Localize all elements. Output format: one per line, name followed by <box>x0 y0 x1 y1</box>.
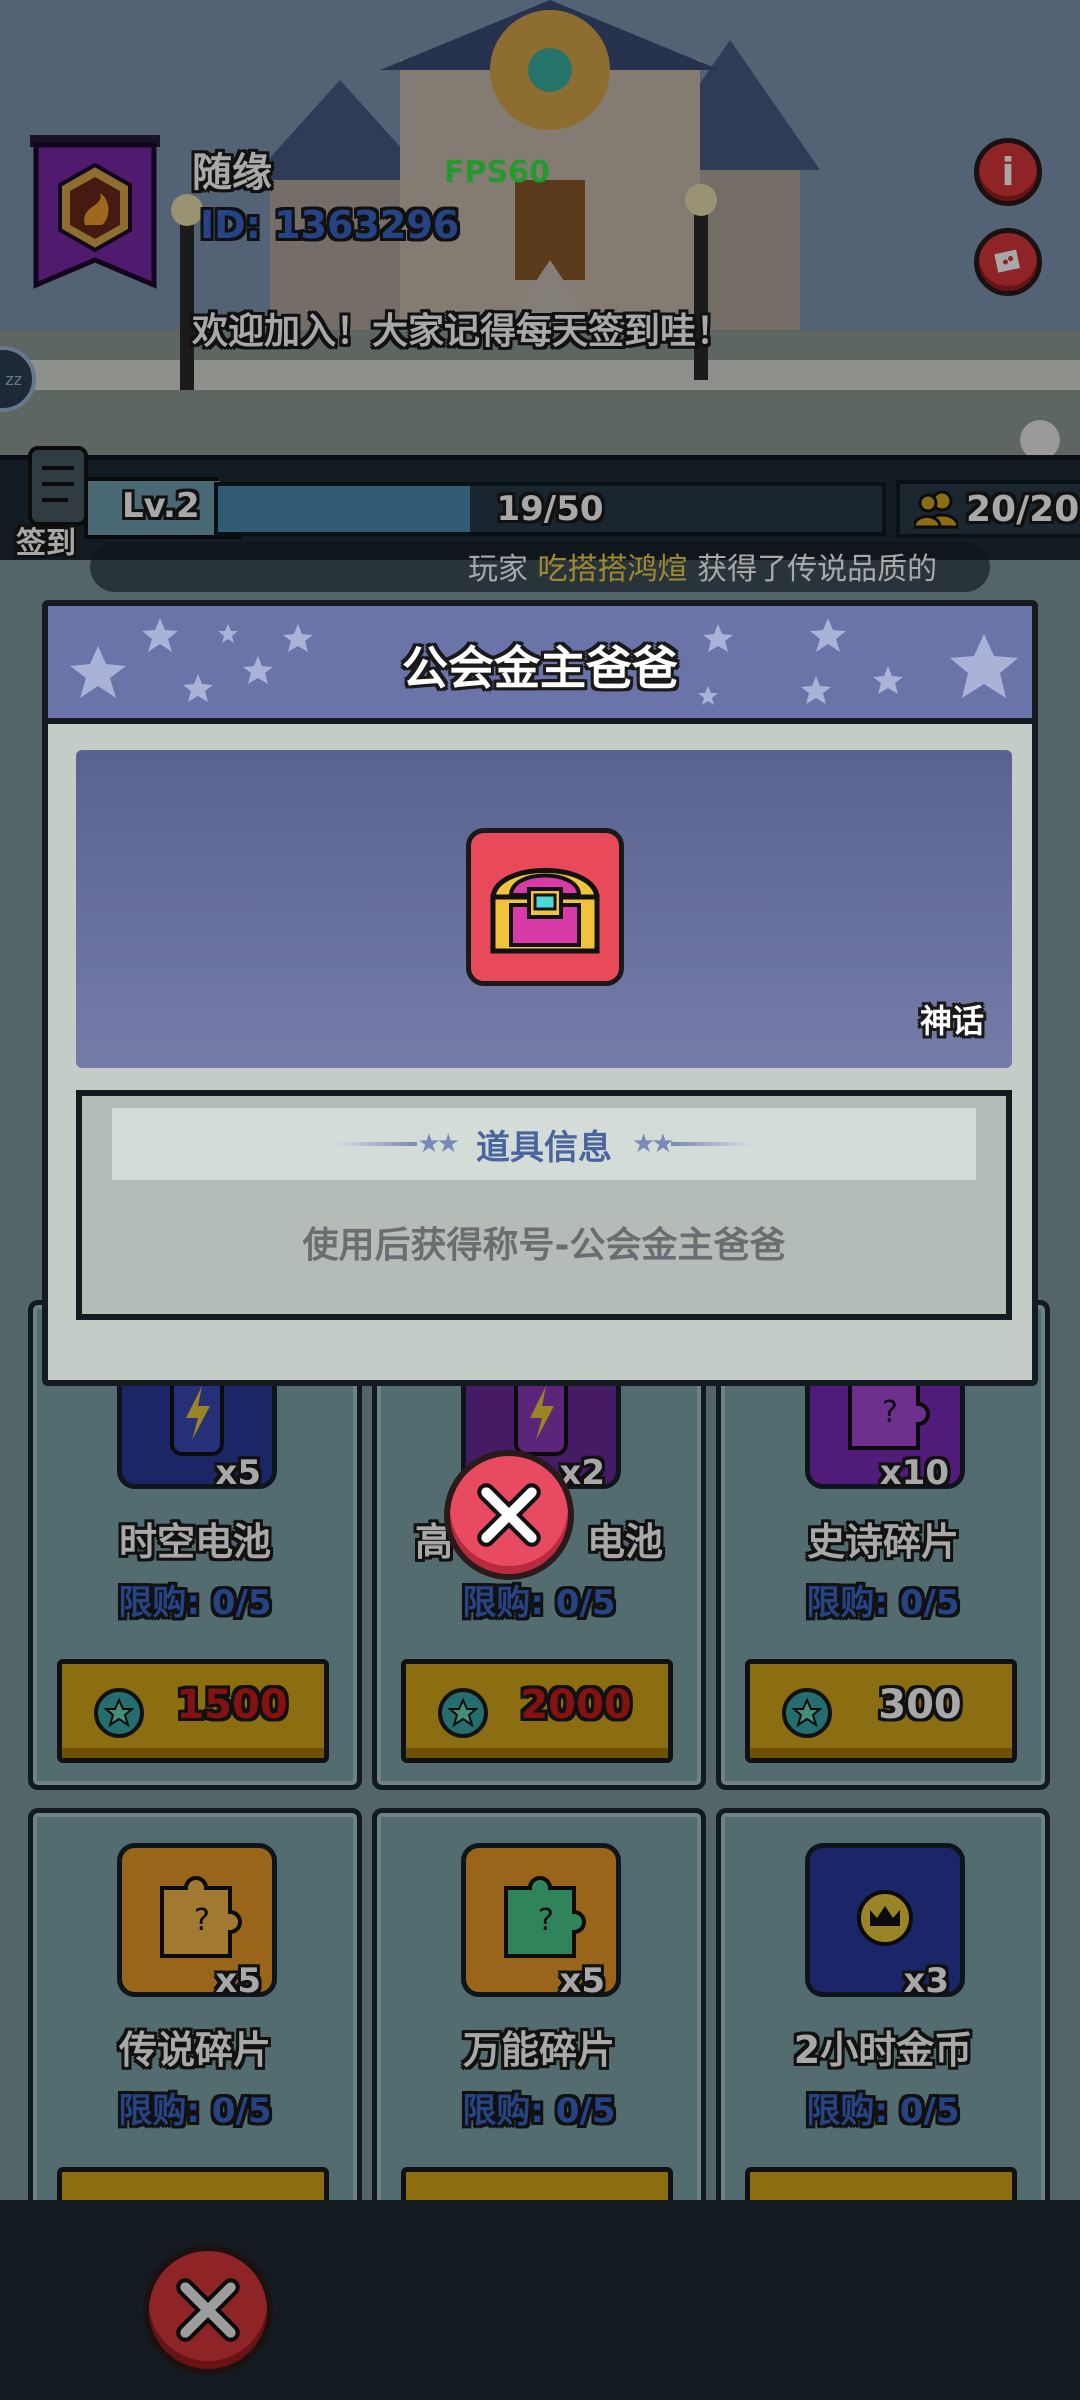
item-info-box: ★★ 道具信息 ★★ 使用后获得称号-公会金主爸爸 <box>76 1090 1012 1320</box>
item-info-title: 道具信息 <box>476 1127 612 1168</box>
close-icon <box>477 1483 541 1547</box>
treasure-chest-icon <box>466 828 624 986</box>
item-detail-dialog: 公会金主爸爸 神话 ★★ 道具信息 ★★ 使用后获得称号-公会金主爸爸 <box>42 600 1038 1386</box>
dialog-title: 公会金主爸爸 <box>402 641 678 695</box>
item-description: 使用后获得称号-公会金主爸爸 <box>302 1225 786 1266</box>
dialog-header: 公会金主爸爸 <box>48 606 1032 724</box>
game-screen: 随缘 ID: 1363296 FPS60 欢迎加入！大家记得每天签到哇！ i z… <box>0 0 1080 2400</box>
divider-line <box>337 1142 418 1146</box>
item-preview: 神话 <box>76 750 1012 1068</box>
item-info-header: ★★ 道具信息 ★★ <box>112 1108 976 1180</box>
close-dialog-button[interactable] <box>444 1450 574 1580</box>
rarity-label: 神话 <box>919 1002 984 1040</box>
stars-left-icon: ★★ <box>417 1129 460 1159</box>
stars-right-icon: ★★ <box>632 1129 675 1159</box>
divider-line <box>670 1142 751 1146</box>
